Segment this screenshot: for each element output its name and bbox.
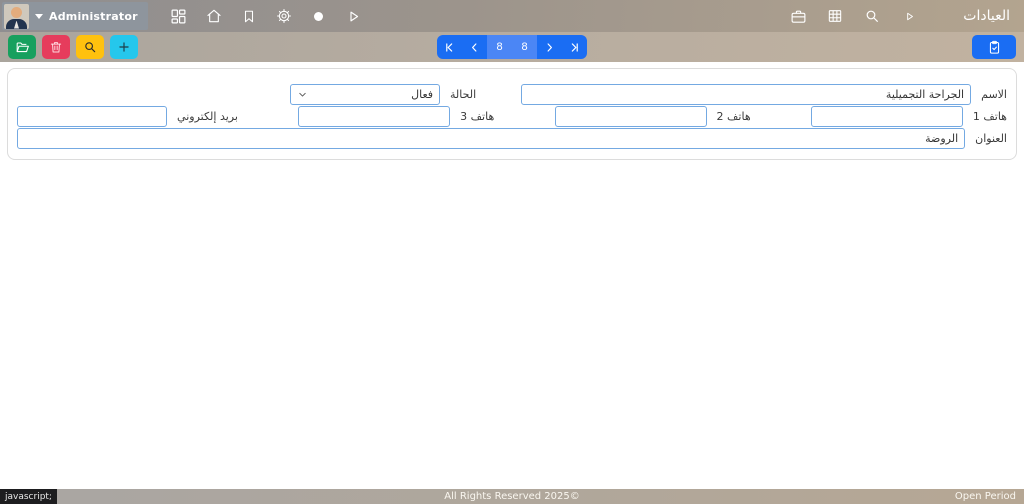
email-label: بريد إلكتروني xyxy=(177,110,238,123)
bookmark-icon[interactable] xyxy=(240,7,258,25)
status-selected-value: فعال xyxy=(411,88,433,101)
phone1-field-group: هاتف 1 xyxy=(811,106,1007,127)
email-field-group: بريد إلكتروني xyxy=(17,106,238,127)
trash-icon xyxy=(49,40,63,54)
phone1-label: هاتف 1 xyxy=(973,110,1007,123)
avatar xyxy=(4,4,29,29)
clipboard-save-icon xyxy=(987,40,1002,55)
user-menu[interactable]: Administrator xyxy=(2,2,148,30)
status-select[interactable]: فعال xyxy=(290,84,440,105)
total-pages-indicator[interactable]: 8 xyxy=(512,35,537,59)
phone3-label: هاتف 3 xyxy=(460,110,494,123)
name-label: الاسم xyxy=(981,88,1007,101)
settings-gear-icon[interactable] xyxy=(275,7,293,25)
form-row-contacts: هاتف 1 هاتف 2 هاتف 3 بريد إلكتروني xyxy=(17,106,1007,127)
folder-open-icon xyxy=(15,40,30,55)
form-row-address: العنوان xyxy=(17,128,1007,149)
clinic-form-panel: الاسم الحالة فعال هاتف 1 هاتف 2 xyxy=(7,68,1017,160)
save-button[interactable] xyxy=(972,35,1016,59)
name-input[interactable] xyxy=(521,84,971,105)
previous-page-button[interactable] xyxy=(462,35,487,59)
run-play-icon[interactable] xyxy=(345,7,363,25)
phone3-field-group: هاتف 3 xyxy=(298,106,494,127)
home-icon[interactable] xyxy=(205,7,223,25)
app-window: Administrator xyxy=(0,0,1024,504)
chevron-right-icon xyxy=(543,41,556,54)
delete-button[interactable] xyxy=(42,35,70,59)
address-input[interactable] xyxy=(17,128,965,149)
magnifier-icon xyxy=(83,40,97,54)
open-period-label: Open Period xyxy=(955,491,1016,502)
phone2-input[interactable] xyxy=(555,106,707,127)
plus-icon xyxy=(117,40,131,54)
action-toolbar: 8 8 xyxy=(0,32,1024,62)
user-name-label: Administrator xyxy=(49,10,138,23)
dashboard-icon[interactable] xyxy=(170,7,188,25)
browser-status-tooltip: javascript; xyxy=(0,489,57,504)
briefcase-icon[interactable] xyxy=(789,7,807,25)
next-page-button[interactable] xyxy=(537,35,562,59)
chevron-left-icon xyxy=(468,41,481,54)
phone3-input[interactable] xyxy=(298,106,450,127)
phone2-label: هاتف 2 xyxy=(717,110,751,123)
status-bar: javascript; All Rights Reserved 2025© Op… xyxy=(0,489,1024,504)
pagination-bar: 8 8 xyxy=(437,35,587,59)
caret-down-icon xyxy=(35,14,43,19)
record-dot-icon[interactable] xyxy=(310,7,328,25)
search-record-button[interactable] xyxy=(76,35,104,59)
open-button[interactable] xyxy=(8,35,36,59)
main-content: الاسم الحالة فعال هاتف 1 هاتف 2 xyxy=(0,62,1024,489)
first-page-icon xyxy=(443,41,456,54)
table-grid-icon[interactable] xyxy=(826,7,844,25)
status-field-group: الحالة فعال xyxy=(290,84,476,105)
copyright-text: All Rights Reserved 2025© xyxy=(444,491,579,502)
search-icon[interactable] xyxy=(863,7,881,25)
first-page-button[interactable] xyxy=(437,35,462,59)
address-label: العنوان xyxy=(975,132,1007,145)
play-small-icon[interactable] xyxy=(900,7,918,25)
chevron-down-icon xyxy=(297,89,308,100)
name-field-group: الاسم xyxy=(521,84,1007,105)
last-page-icon xyxy=(568,41,581,54)
form-row-name-status: الاسم الحالة فعال xyxy=(17,84,1007,105)
page-title: العيادات xyxy=(963,8,1010,24)
status-label: الحالة xyxy=(450,88,476,101)
email-input[interactable] xyxy=(17,106,167,127)
phone1-input[interactable] xyxy=(811,106,963,127)
current-page-indicator[interactable]: 8 xyxy=(487,35,512,59)
last-page-button[interactable] xyxy=(562,35,587,59)
address-field-group: العنوان xyxy=(17,128,1007,149)
top-navigation-bar: Administrator xyxy=(0,0,1024,32)
phone2-field-group: هاتف 2 xyxy=(555,106,751,127)
add-button[interactable] xyxy=(110,35,138,59)
